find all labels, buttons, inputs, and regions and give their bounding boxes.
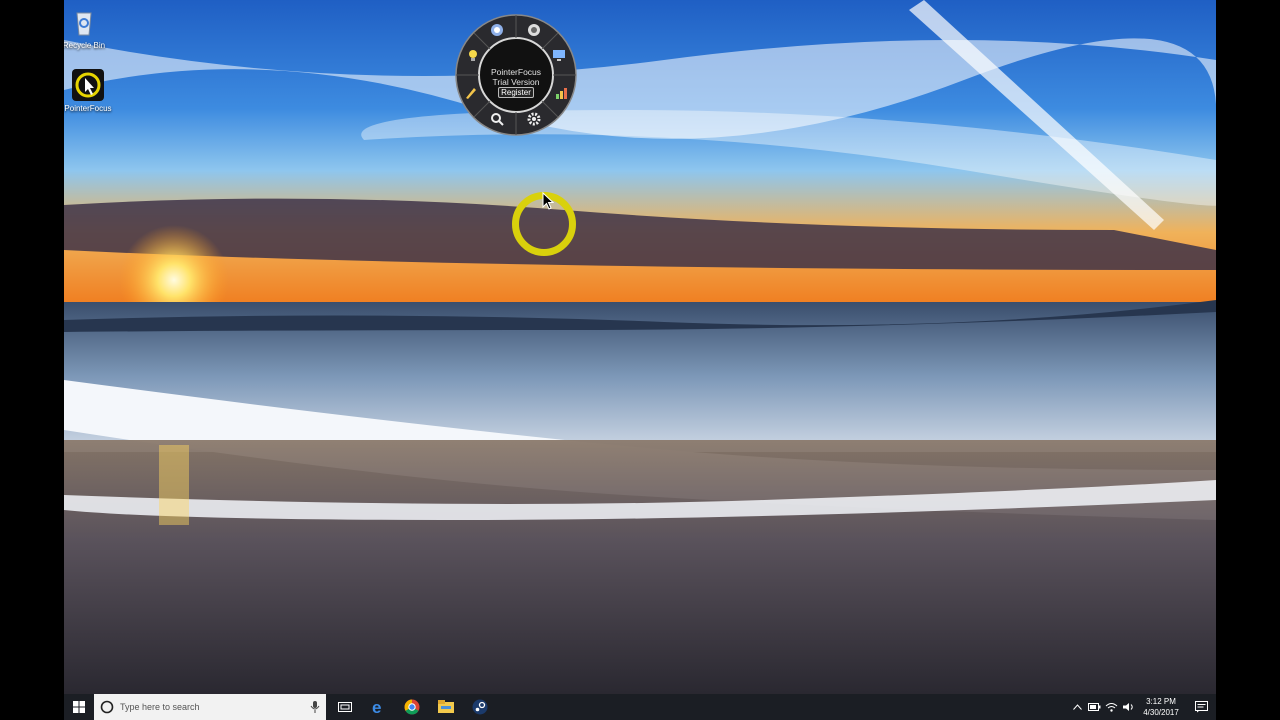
chevron-up-icon[interactable]: [1070, 694, 1084, 720]
wifi-icon[interactable]: [1103, 694, 1119, 720]
spotlight-icon[interactable]: [527, 23, 541, 37]
desktop-icon-recycle-bin[interactable]: Recycle Bin: [64, 5, 112, 50]
mouse-cursor-icon: [542, 192, 554, 210]
cortana-circle-icon: [100, 700, 114, 714]
magnifier-icon[interactable]: [490, 23, 504, 37]
radial-menu-center: PointerFocus Trial Version Register: [478, 67, 554, 98]
clock-time: 3:12 PM: [1146, 697, 1176, 706]
edition-text: Trial Version: [492, 77, 540, 87]
recycle-bin-label: Recycle Bin: [64, 41, 106, 50]
app-name-text: PointerFocus: [490, 67, 542, 77]
windows-logo-icon: [73, 701, 85, 713]
chrome-icon[interactable]: [399, 694, 425, 720]
file-explorer-icon[interactable]: [433, 694, 459, 720]
battery-icon[interactable]: [1086, 694, 1102, 720]
zoom-icon[interactable]: [490, 112, 504, 126]
desktop[interactable]: Recycle Bin PointerFocus PointerFocus Tr…: [64, 0, 1216, 694]
taskbar-search-box[interactable]: Type here to search: [94, 694, 326, 720]
search-placeholder: Type here to search: [120, 702, 200, 712]
svg-text:e: e: [372, 699, 381, 715]
steam-icon[interactable]: [467, 694, 493, 720]
pen-icon[interactable]: [464, 86, 478, 100]
edge-icon[interactable]: e: [365, 694, 391, 720]
taskbar: Type here to search e 3:12 PM 4/30/2017: [64, 694, 1216, 720]
pointerfocus-label: PointerFocus: [64, 104, 112, 113]
recycle-bin-icon: [67, 5, 101, 39]
volume-icon[interactable]: [1120, 694, 1136, 720]
beach-sunset-wallpaper: [64, 0, 1216, 694]
clock-date: 4/30/2017: [1143, 708, 1179, 717]
pointerfocus-app-icon: [71, 68, 105, 102]
action-center-icon[interactable]: [1190, 694, 1212, 720]
taskbar-clock[interactable]: 3:12 PM 4/30/2017: [1136, 696, 1186, 718]
screen-icon[interactable]: [552, 48, 566, 62]
register-button[interactable]: Register: [498, 87, 534, 98]
pointerfocus-radial-menu[interactable]: PointerFocus Trial Version Register: [454, 13, 578, 137]
keystroke-icon[interactable]: [554, 86, 568, 100]
microphone-icon[interactable]: [310, 700, 320, 714]
task-view-icon[interactable]: [332, 694, 358, 720]
bulb-icon[interactable]: [466, 48, 480, 62]
settings-icon[interactable]: [527, 112, 541, 126]
desktop-icon-pointerfocus[interactable]: PointerFocus: [64, 68, 116, 113]
start-button[interactable]: [64, 694, 94, 720]
